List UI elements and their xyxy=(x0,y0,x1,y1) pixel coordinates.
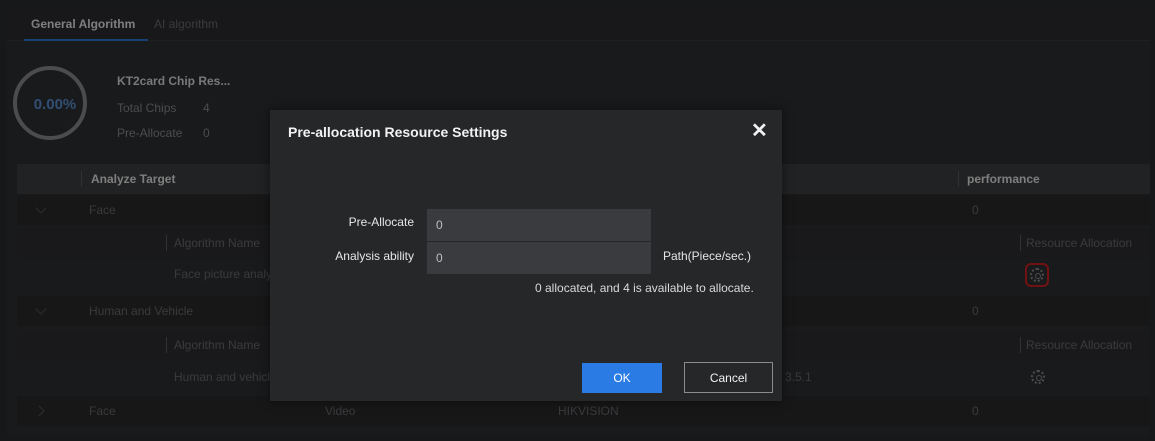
allocation-hint: 0 allocated, and 4 is available to alloc… xyxy=(535,281,754,295)
preallocation-dialog: Pre-allocation Resource Settings ✕ Pre-A… xyxy=(270,110,782,401)
ok-button[interactable]: OK xyxy=(582,363,662,393)
analysis-ability-label: Analysis ability xyxy=(335,249,414,263)
cancel-button[interactable]: Cancel xyxy=(684,362,773,393)
preallocate-field-label: Pre-Allocate xyxy=(348,215,414,229)
dialog-title: Pre-allocation Resource Settings xyxy=(288,124,508,140)
close-icon[interactable]: ✕ xyxy=(751,121,768,141)
analysis-unit: Path(Piece/sec.) xyxy=(663,249,752,263)
preallocate-input[interactable] xyxy=(427,209,651,241)
analysis-ability-input[interactable] xyxy=(427,242,651,274)
